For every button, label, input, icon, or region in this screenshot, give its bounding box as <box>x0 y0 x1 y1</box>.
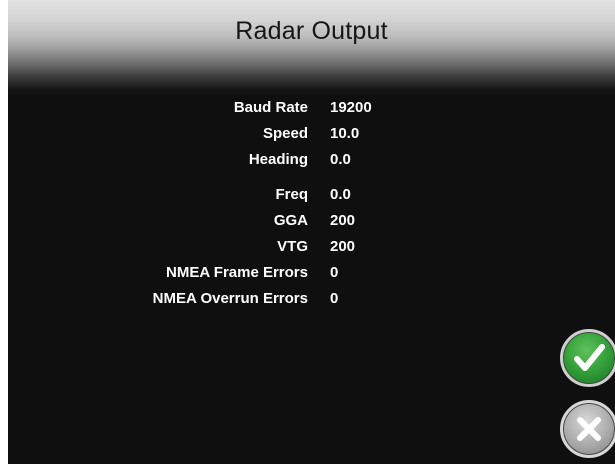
readout-list: Baud Rate 19200 Speed 10.0 Heading 0.0 F… <box>8 99 615 313</box>
readout-value: 0.0 <box>330 151 351 168</box>
readout-label: Baud Rate <box>233 99 308 116</box>
readout-value: 10.0 <box>330 125 360 142</box>
radar-output-screen: Radar Output Baud Rate 19200 Speed 10.0 … <box>8 0 615 464</box>
checkmark-icon <box>574 344 605 371</box>
readout-label: VTG <box>277 238 308 255</box>
readout-nmea-overrun-errors: NMEA Overrun Errors 0 <box>8 290 615 313</box>
readout-vtg: VTG 200 <box>8 238 615 261</box>
x-icon <box>577 417 601 441</box>
readout-label: GGA <box>273 212 308 229</box>
readout-freq: Freq 0.0 <box>8 186 615 209</box>
readout-value: 200 <box>330 212 356 229</box>
readout-value: 0.0 <box>330 186 351 203</box>
readout-value: 19200 <box>330 99 372 116</box>
readout-nmea-frame-errors: NMEA Frame Errors 0 <box>8 264 615 287</box>
readout-value: 200 <box>330 238 356 255</box>
readout-baud-rate: Baud Rate 19200 <box>8 99 615 122</box>
readout-label: Speed <box>262 125 308 142</box>
page-title: Radar Output <box>235 17 388 45</box>
readout-label: NMEA Overrun Errors <box>152 290 308 307</box>
accept-button[interactable] <box>560 329 615 387</box>
readout-label: Freq <box>275 186 308 203</box>
readout-label: NMEA Frame Errors <box>166 264 308 281</box>
readout-speed: Speed 10.0 <box>8 125 615 148</box>
cancel-button[interactable] <box>560 400 615 458</box>
readout-gga: GGA 200 <box>8 212 615 235</box>
readout-heading: Heading 0.0 <box>8 151 615 174</box>
title-bar: Radar Output <box>8 0 615 96</box>
readout-value: 0 <box>330 264 339 281</box>
readout-label: Heading <box>248 151 308 168</box>
readout-value: 0 <box>330 290 339 307</box>
